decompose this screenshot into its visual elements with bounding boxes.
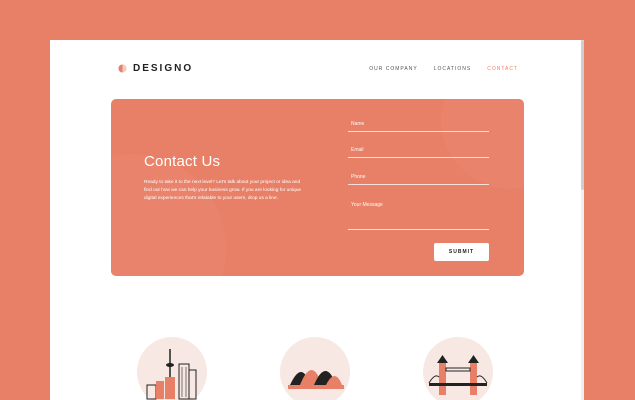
submit-button[interactable]: SUBMIT (434, 243, 489, 261)
toronto-skyline-icon (137, 337, 207, 400)
name-placeholder: Name (351, 121, 365, 127)
main-nav: OUR COMPANY LOCATIONS CONTACT (369, 66, 518, 72)
email-field[interactable]: Email (348, 147, 489, 158)
page-container: DESIGNO OUR COMPANY LOCATIONS CONTACT Co… (50, 40, 584, 400)
message-placeholder: Your Message (351, 202, 383, 208)
location-card-toronto[interactable] (137, 337, 207, 400)
nav-item-our-company[interactable]: OUR COMPANY (369, 66, 417, 72)
phone-field[interactable]: Phone (348, 174, 489, 185)
contact-description: Ready to take it to the next level? Let'… (144, 180, 302, 201)
brand-name: DESIGNO (133, 63, 194, 74)
nav-item-contact[interactable]: CONTACT (487, 66, 518, 72)
location-card-sydney[interactable] (280, 337, 350, 400)
message-field[interactable]: Your Message (348, 202, 489, 230)
contact-panel: Contact Us Ready to take it to the next … (111, 99, 524, 276)
phone-placeholder: Phone (351, 174, 366, 180)
location-card-london[interactable] (423, 337, 493, 400)
site-header: DESIGNO OUR COMPANY LOCATIONS CONTACT (50, 40, 584, 100)
logo-mark-icon (118, 64, 127, 73)
nav-item-locations[interactable]: LOCATIONS (434, 66, 472, 72)
name-field[interactable]: Name (348, 121, 489, 132)
email-placeholder: Email (351, 147, 364, 153)
sydney-opera-house-icon (280, 337, 350, 400)
contact-title: Contact Us (144, 153, 221, 170)
logo[interactable]: DESIGNO (118, 63, 193, 74)
tower-bridge-icon (423, 337, 493, 400)
